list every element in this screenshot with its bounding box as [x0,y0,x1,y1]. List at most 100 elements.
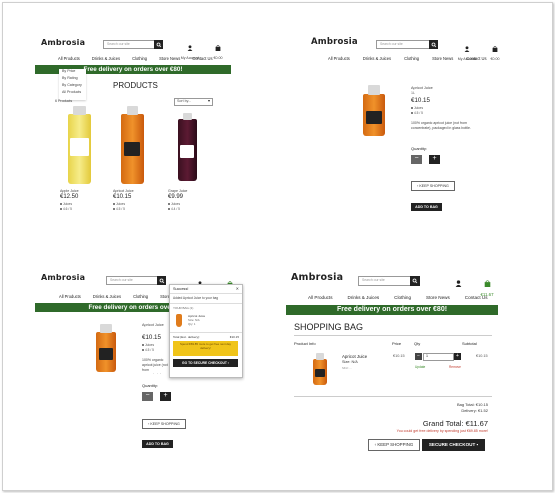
product-card-apple[interactable]: Apple Juice €12.50 Juices 4.6 / 5 [60,189,105,217]
add-to-bag-button[interactable]: ADD TO BAG [142,440,173,448]
add-to-bag-button[interactable]: ADD TO BAG [411,203,442,211]
product-name: Apricot Juice [142,323,164,327]
search-placeholder: Search our site [110,278,133,282]
panel-product-detail: Ambrosia Search our site My Account €0.0… [305,29,503,219]
account-link[interactable] [448,274,468,292]
tag-icon [142,344,144,347]
update-link[interactable]: Update [415,365,425,369]
dropdown-by-category[interactable]: By Category [62,83,82,87]
nav-drinks[interactable]: Drinks & Juices [363,56,391,61]
grape-juice-image[interactable] [178,119,197,181]
free-delivery-message: You could get free delivery by spending … [396,429,488,433]
nav-contact[interactable]: Contact Us [465,295,488,300]
bag-qty-decrement-button[interactable]: − [415,353,422,360]
remove-link[interactable]: Remove [449,365,461,369]
search-input[interactable]: Search our site [106,276,166,285]
search-input[interactable]: Search our site [103,40,163,49]
keep-shopping-button[interactable]: ‹ KEEP SHOPPING [368,439,420,451]
product-category[interactable]: Juices [414,106,423,110]
product-price: €9.99 [168,194,184,200]
sort-select[interactable]: Sort by... ▾ [174,98,213,106]
search-button[interactable] [410,276,420,286]
nav-clothing[interactable]: Clothing [133,294,148,299]
bag-item-name: Apricot Juice [342,354,368,359]
quantity-decrement-button[interactable]: − [142,392,153,401]
nav-drinks[interactable]: Drinks & Juices [93,294,121,299]
nav-drinks[interactable]: Drinks & Juices [348,295,380,300]
user-icon [187,45,193,51]
main-nav: All Products Drinks & Juices Clothing St… [328,56,487,61]
nav-store-news[interactable]: Store News [426,295,450,300]
brand-logo[interactable]: Ambrosia [311,37,358,47]
quantity-decrement-button[interactable]: − [411,155,422,164]
nav-all-products[interactable]: All Products [328,56,350,61]
search-button[interactable] [157,276,166,285]
bag-qty-increment-button[interactable]: + [454,353,461,360]
product-card-grape[interactable]: Grape Juice €9.99 Juices 4.4 / 5 [168,189,213,217]
nav-contact[interactable]: Contact Us [192,56,212,61]
product-category[interactable]: Juices [63,202,72,206]
go-to-checkout-button[interactable]: GO TO SECURE CHECKOUT ▪ [173,359,238,367]
quantity-increment-button[interactable]: + [429,155,440,164]
nav-store-news[interactable]: Store News [432,56,453,61]
nav-clothing[interactable]: Clothing [132,56,147,61]
search-input[interactable]: Search our site [358,276,420,286]
sort-select-value: Sort by... [177,99,192,103]
search-input[interactable]: Search our site [376,40,438,49]
brand-logo[interactable]: Ambrosia [41,38,85,47]
nav-drinks[interactable]: Drinks & Juices [92,56,120,61]
toast-item-qty: Qty: 1 [188,322,196,326]
column-subtotal: Subtotal [462,341,477,346]
nav-clothing[interactable]: Clothing [404,56,419,61]
product-category[interactable]: Juices [171,202,180,206]
product-name: Apple Juice [60,189,79,193]
chevron-down-icon: ▾ [207,98,210,103]
screenshot-sheet: Ambrosia Search our site My Account €0.0… [2,2,553,491]
keep-shopping-label: KEEP SHOPPING [419,184,449,188]
star-icon [113,208,115,211]
checkout-label: GO TO SECURE CHECKOUT [182,361,227,365]
bag-qty-value: 1 [426,354,428,358]
keep-shopping-button[interactable]: ‹ KEEP SHOPPING [411,181,455,191]
nav-all-products[interactable]: All Products [58,56,80,61]
nav-clothing[interactable]: Clothing [394,295,411,300]
secure-checkout-button[interactable]: SECURE CHECKOUT ▪ [422,439,485,451]
nav-all-products[interactable]: All Products [308,295,333,300]
search-icon [412,278,418,284]
quantity-increment-button[interactable]: + [160,392,171,401]
search-button[interactable] [154,40,163,49]
tag-icon [60,203,62,206]
bag-total-line: Bag Total: €10.15 [456,402,488,407]
bag-qty-input[interactable]: 1 [423,353,454,361]
product-category[interactable]: Juices [145,343,154,347]
dropdown-by-price[interactable]: By Price [62,69,75,73]
product-rating: 4.5 / 5 [116,207,125,211]
product-category[interactable]: Juices [116,202,125,206]
brand-logo[interactable]: Ambrosia [291,272,343,283]
dropdown-by-rating[interactable]: By Rating [62,76,78,80]
brand-logo[interactable]: Ambrosia [41,273,85,282]
close-icon[interactable]: ✕ [236,286,239,291]
search-icon [431,42,436,47]
apricot-juice-image[interactable] [121,114,144,184]
nav-all-products[interactable]: All Products [59,294,81,299]
keep-shopping-button[interactable]: ‹ KEEP SHOPPING [142,419,186,429]
products-dropdown: By Price By Rating By Category All Produ… [59,69,86,100]
bag-link[interactable]: €11.67 [475,274,499,297]
main-nav: All Products Drinks & Juices Clothing St… [308,295,488,300]
nav-contact[interactable]: Contact Us [466,56,486,61]
shopping-bag-icon [484,280,490,287]
search-placeholder: Search our site [380,42,403,46]
search-button[interactable] [429,40,438,49]
product-card-apricot[interactable]: Apricot Juice €10.15 Juices 4.5 / 5 [113,189,158,217]
nav-store-news[interactable]: Store News [159,56,180,61]
bag-link[interactable]: €0.00 [487,39,503,61]
product-rating: 4.6 / 5 [63,207,72,211]
product-description: 100% organic apricot juice (not from con… [411,121,471,130]
bag-total: €0.00 [490,57,500,61]
product-rating: 4.5 / 5 [414,111,423,115]
apple-juice-image[interactable] [68,114,91,184]
page-title: SHOPPING BAG [294,322,364,332]
dropdown-all-products[interactable]: All Products [62,90,81,94]
quantity-label: Quantity: [411,146,428,151]
